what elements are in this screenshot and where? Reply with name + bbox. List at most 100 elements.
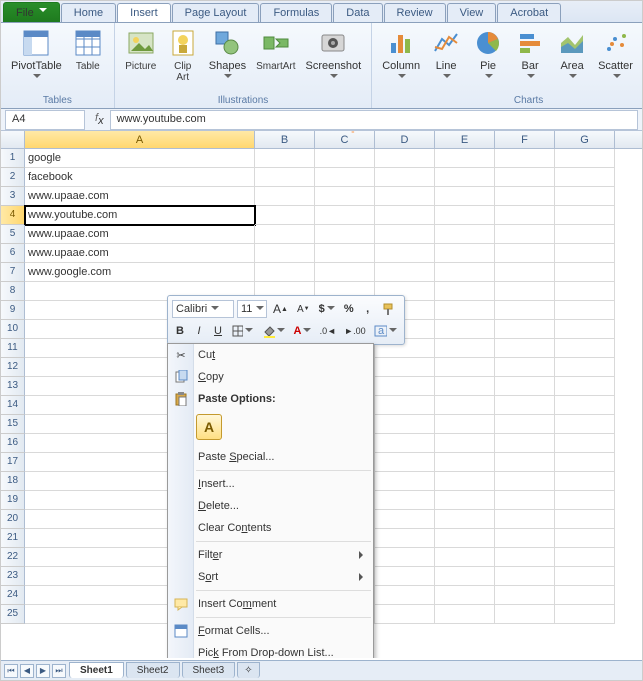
- cell-F24[interactable]: [495, 586, 555, 605]
- cell-F14[interactable]: [495, 396, 555, 415]
- cell-G9[interactable]: [555, 301, 615, 320]
- cell-G13[interactable]: [555, 377, 615, 396]
- cell-G19[interactable]: [555, 491, 615, 510]
- cell-B6[interactable]: [255, 244, 315, 263]
- ctx-insert[interactable]: Insert...: [168, 473, 373, 495]
- cell-F15[interactable]: [495, 415, 555, 434]
- row-header-13[interactable]: 13: [1, 377, 25, 396]
- row-header-16[interactable]: 16: [1, 434, 25, 453]
- cell-A6[interactable]: www.upaae.com: [25, 244, 255, 263]
- cell-F25[interactable]: [495, 605, 555, 624]
- font-family-select[interactable]: Calibri: [172, 300, 234, 318]
- cell-E18[interactable]: [435, 472, 495, 491]
- cell-E6[interactable]: [435, 244, 495, 263]
- row-header-1[interactable]: 1: [1, 149, 25, 168]
- cell-C2[interactable]: [315, 168, 375, 187]
- cell-A1[interactable]: google: [25, 149, 255, 168]
- cell-A4[interactable]: www.youtube.com: [25, 206, 255, 225]
- row-header-12[interactable]: 12: [1, 358, 25, 377]
- column-header-E[interactable]: E: [435, 131, 495, 148]
- ctx-pick-dropdown[interactable]: Pick From Drop-down List...: [168, 642, 373, 658]
- cell-D7[interactable]: [375, 263, 435, 282]
- picture-button[interactable]: Picture: [121, 25, 161, 94]
- cell-F20[interactable]: [495, 510, 555, 529]
- row-header-15[interactable]: 15: [1, 415, 25, 434]
- row-header-4[interactable]: 4: [1, 206, 25, 225]
- increase-decimal-button[interactable]: ►.00: [342, 322, 368, 340]
- cell-D18[interactable]: [375, 472, 435, 491]
- cell-D13[interactable]: [375, 377, 435, 396]
- cell-A2[interactable]: facebook: [25, 168, 255, 187]
- cell-D24[interactable]: [375, 586, 435, 605]
- ctx-format-cells[interactable]: Format Cells...: [168, 620, 373, 642]
- ctx-sort[interactable]: Sort: [168, 566, 373, 588]
- cell-F3[interactable]: [495, 187, 555, 206]
- cell-F18[interactable]: [495, 472, 555, 491]
- new-sheet-button[interactable]: ✧: [237, 662, 259, 678]
- clip-art-button[interactable]: Clip Art: [163, 25, 203, 94]
- cell-D21[interactable]: [375, 529, 435, 548]
- tab-view[interactable]: View: [447, 3, 497, 22]
- sheet-tab-3[interactable]: Sheet3: [182, 662, 236, 678]
- shapes-button[interactable]: Shapes: [205, 25, 250, 94]
- merge-center-button[interactable]: a: [371, 322, 400, 340]
- cell-F13[interactable]: [495, 377, 555, 396]
- sheet-nav-prev[interactable]: ◀: [20, 664, 34, 678]
- cell-E3[interactable]: [435, 187, 495, 206]
- cell-D15[interactable]: [375, 415, 435, 434]
- cell-G10[interactable]: [555, 320, 615, 339]
- row-header-25[interactable]: 25: [1, 605, 25, 624]
- cell-G4[interactable]: [555, 206, 615, 225]
- sheet-tab-2[interactable]: Sheet2: [126, 662, 180, 678]
- cell-D19[interactable]: [375, 491, 435, 510]
- cell-F17[interactable]: [495, 453, 555, 472]
- cell-E12[interactable]: [435, 358, 495, 377]
- ctx-insert-comment[interactable]: Insert Comment: [168, 593, 373, 615]
- font-size-select[interactable]: 11: [237, 300, 267, 318]
- column-header-A[interactable]: A: [25, 131, 255, 148]
- cell-G5[interactable]: [555, 225, 615, 244]
- cell-D14[interactable]: [375, 396, 435, 415]
- cell-B1[interactable]: [255, 149, 315, 168]
- cell-C4[interactable]: [315, 206, 375, 225]
- fx-icon[interactable]: fx: [89, 112, 110, 127]
- cell-E24[interactable]: [435, 586, 495, 605]
- sheet-tab-1[interactable]: Sheet1: [69, 662, 124, 678]
- cell-G8[interactable]: [555, 282, 615, 301]
- cell-E23[interactable]: [435, 567, 495, 586]
- pie-chart-button[interactable]: Pie: [468, 25, 508, 94]
- area-chart-button[interactable]: Area: [552, 25, 592, 94]
- ctx-filter[interactable]: Filter: [168, 544, 373, 566]
- tab-review[interactable]: Review: [384, 3, 446, 22]
- column-header-C[interactable]: C: [315, 131, 375, 148]
- bar-chart-button[interactable]: Bar: [510, 25, 550, 94]
- row-header-24[interactable]: 24: [1, 586, 25, 605]
- cell-F16[interactable]: [495, 434, 555, 453]
- column-chart-button[interactable]: Column: [378, 25, 424, 94]
- tab-file[interactable]: File: [3, 2, 60, 22]
- grow-font-button[interactable]: A▲: [270, 300, 291, 318]
- shrink-font-button[interactable]: A▼: [294, 300, 313, 318]
- cell-C7[interactable]: [315, 263, 375, 282]
- row-header-2[interactable]: 2: [1, 168, 25, 187]
- select-all-corner[interactable]: [1, 131, 25, 148]
- format-painter-button[interactable]: [379, 300, 399, 318]
- cell-A5[interactable]: www.upaae.com: [25, 225, 255, 244]
- cell-G24[interactable]: [555, 586, 615, 605]
- row-header-20[interactable]: 20: [1, 510, 25, 529]
- row-header-6[interactable]: 6: [1, 244, 25, 263]
- sheet-nav-first[interactable]: ⏮: [4, 664, 18, 678]
- tab-home[interactable]: Home: [61, 3, 116, 22]
- ctx-clear-contents[interactable]: Clear Contents: [168, 517, 373, 539]
- tab-formulas[interactable]: Formulas: [260, 3, 332, 22]
- decrease-decimal-button[interactable]: .0◄: [317, 322, 339, 340]
- cell-G6[interactable]: [555, 244, 615, 263]
- cell-D25[interactable]: [375, 605, 435, 624]
- column-header-G[interactable]: G: [555, 131, 615, 148]
- cell-G21[interactable]: [555, 529, 615, 548]
- cell-E1[interactable]: [435, 149, 495, 168]
- cell-F21[interactable]: [495, 529, 555, 548]
- row-header-3[interactable]: 3: [1, 187, 25, 206]
- tab-acrobat[interactable]: Acrobat: [497, 3, 561, 22]
- cell-C6[interactable]: [315, 244, 375, 263]
